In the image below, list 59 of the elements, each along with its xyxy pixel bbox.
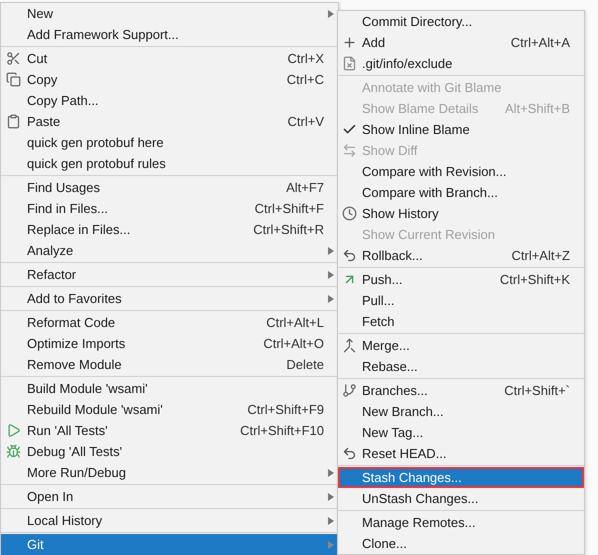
menu-item[interactable]: Stash Changes... [338,467,584,488]
menu-item[interactable]: Pull... [338,290,584,311]
menu-item[interactable]: Cut Ctrl+X [1,48,338,69]
diff-icon [342,143,357,158]
scissors-icon [6,51,21,66]
menu-item[interactable]: Git [1,534,338,555]
menu-item[interactable]: Copy Ctrl+C [1,69,338,90]
menu-item[interactable]: Find Usages Alt+F7 [1,177,338,198]
undo-icon [342,248,357,263]
run-icon [6,423,21,438]
menu-item[interactable]: Rebuild Module 'wsami' Ctrl+Shift+F9 [1,399,338,420]
menu-item[interactable]: quick gen protobuf here [1,132,338,153]
menu-item[interactable]: Compare with Branch... [338,182,584,203]
menu-item[interactable]: .git/info/exclude [338,53,584,74]
menu-item[interactable]: New Tag... [338,422,584,443]
menu-item[interactable]: Add to Favorites [1,288,338,309]
menu-item[interactable]: Compare with Revision... [338,161,584,182]
menu-item[interactable]: Push... Ctrl+Shift+K [338,269,584,290]
menu-item[interactable]: Refactor [1,264,338,285]
file-exclude-icon [342,56,357,71]
menu-item[interactable]: Copy Path... [1,90,338,111]
menu-item[interactable]: Commit Directory... [338,11,584,32]
menu-item[interactable]: Local History [1,510,338,531]
menu-item[interactable]: Merge... [338,335,584,356]
menu-item[interactable]: Analyze [1,240,338,261]
clock-icon [342,206,357,221]
menu-item[interactable]: Branches... Ctrl+Shift+` [338,380,584,401]
menu-item[interactable]: Manage Remotes... [338,512,584,533]
menu-item[interactable]: Add Ctrl+Alt+A [338,32,584,53]
menu-item[interactable]: Fetch [338,311,584,332]
merge-icon [342,338,357,353]
menu-item[interactable]: Add Framework Support... [1,24,338,45]
menu-item[interactable]: Find in Files... Ctrl+Shift+F [1,198,338,219]
branch-icon [342,383,357,398]
menu-item[interactable]: Rebase... [338,356,584,377]
menu-item[interactable]: More Run/Debug [1,462,338,483]
menu-item[interactable]: New [1,3,338,24]
menu-item[interactable]: Paste Ctrl+V [1,111,338,132]
menu-item[interactable]: Show Inline Blame [338,119,584,140]
undo-icon [342,446,357,461]
menu-item[interactable]: Remove Module Delete [1,354,338,375]
menu-item[interactable]: Show History [338,203,584,224]
menu-item[interactable]: UnStash Changes... [338,488,584,509]
menu-item[interactable]: quick gen protobuf rules [1,153,338,174]
copy-icon [6,72,21,87]
menu-item[interactable]: Reformat Code Ctrl+Alt+L [1,312,338,333]
plus-icon [342,35,357,50]
menu-item[interactable]: Replace in Files... Ctrl+Shift+R [1,219,338,240]
menu-item[interactable]: Run 'All Tests' Ctrl+Shift+F10 [1,420,338,441]
menu-item[interactable]: Rollback... Ctrl+Alt+Z [338,245,584,266]
menu-item[interactable]: New Branch... [338,401,584,422]
menu-item[interactable]: Open In [1,486,338,507]
menu-item[interactable]: Reset HEAD... [338,443,584,464]
menu-item[interactable]: Debug 'All Tests' [1,441,338,462]
menu-item[interactable]: Build Module 'wsami' [1,378,338,399]
paste-icon [6,114,21,129]
bug-icon [6,444,21,459]
menu-item[interactable]: Optimize Imports Ctrl+Alt+O [1,333,338,354]
menu-item[interactable]: Clone... [338,533,584,554]
